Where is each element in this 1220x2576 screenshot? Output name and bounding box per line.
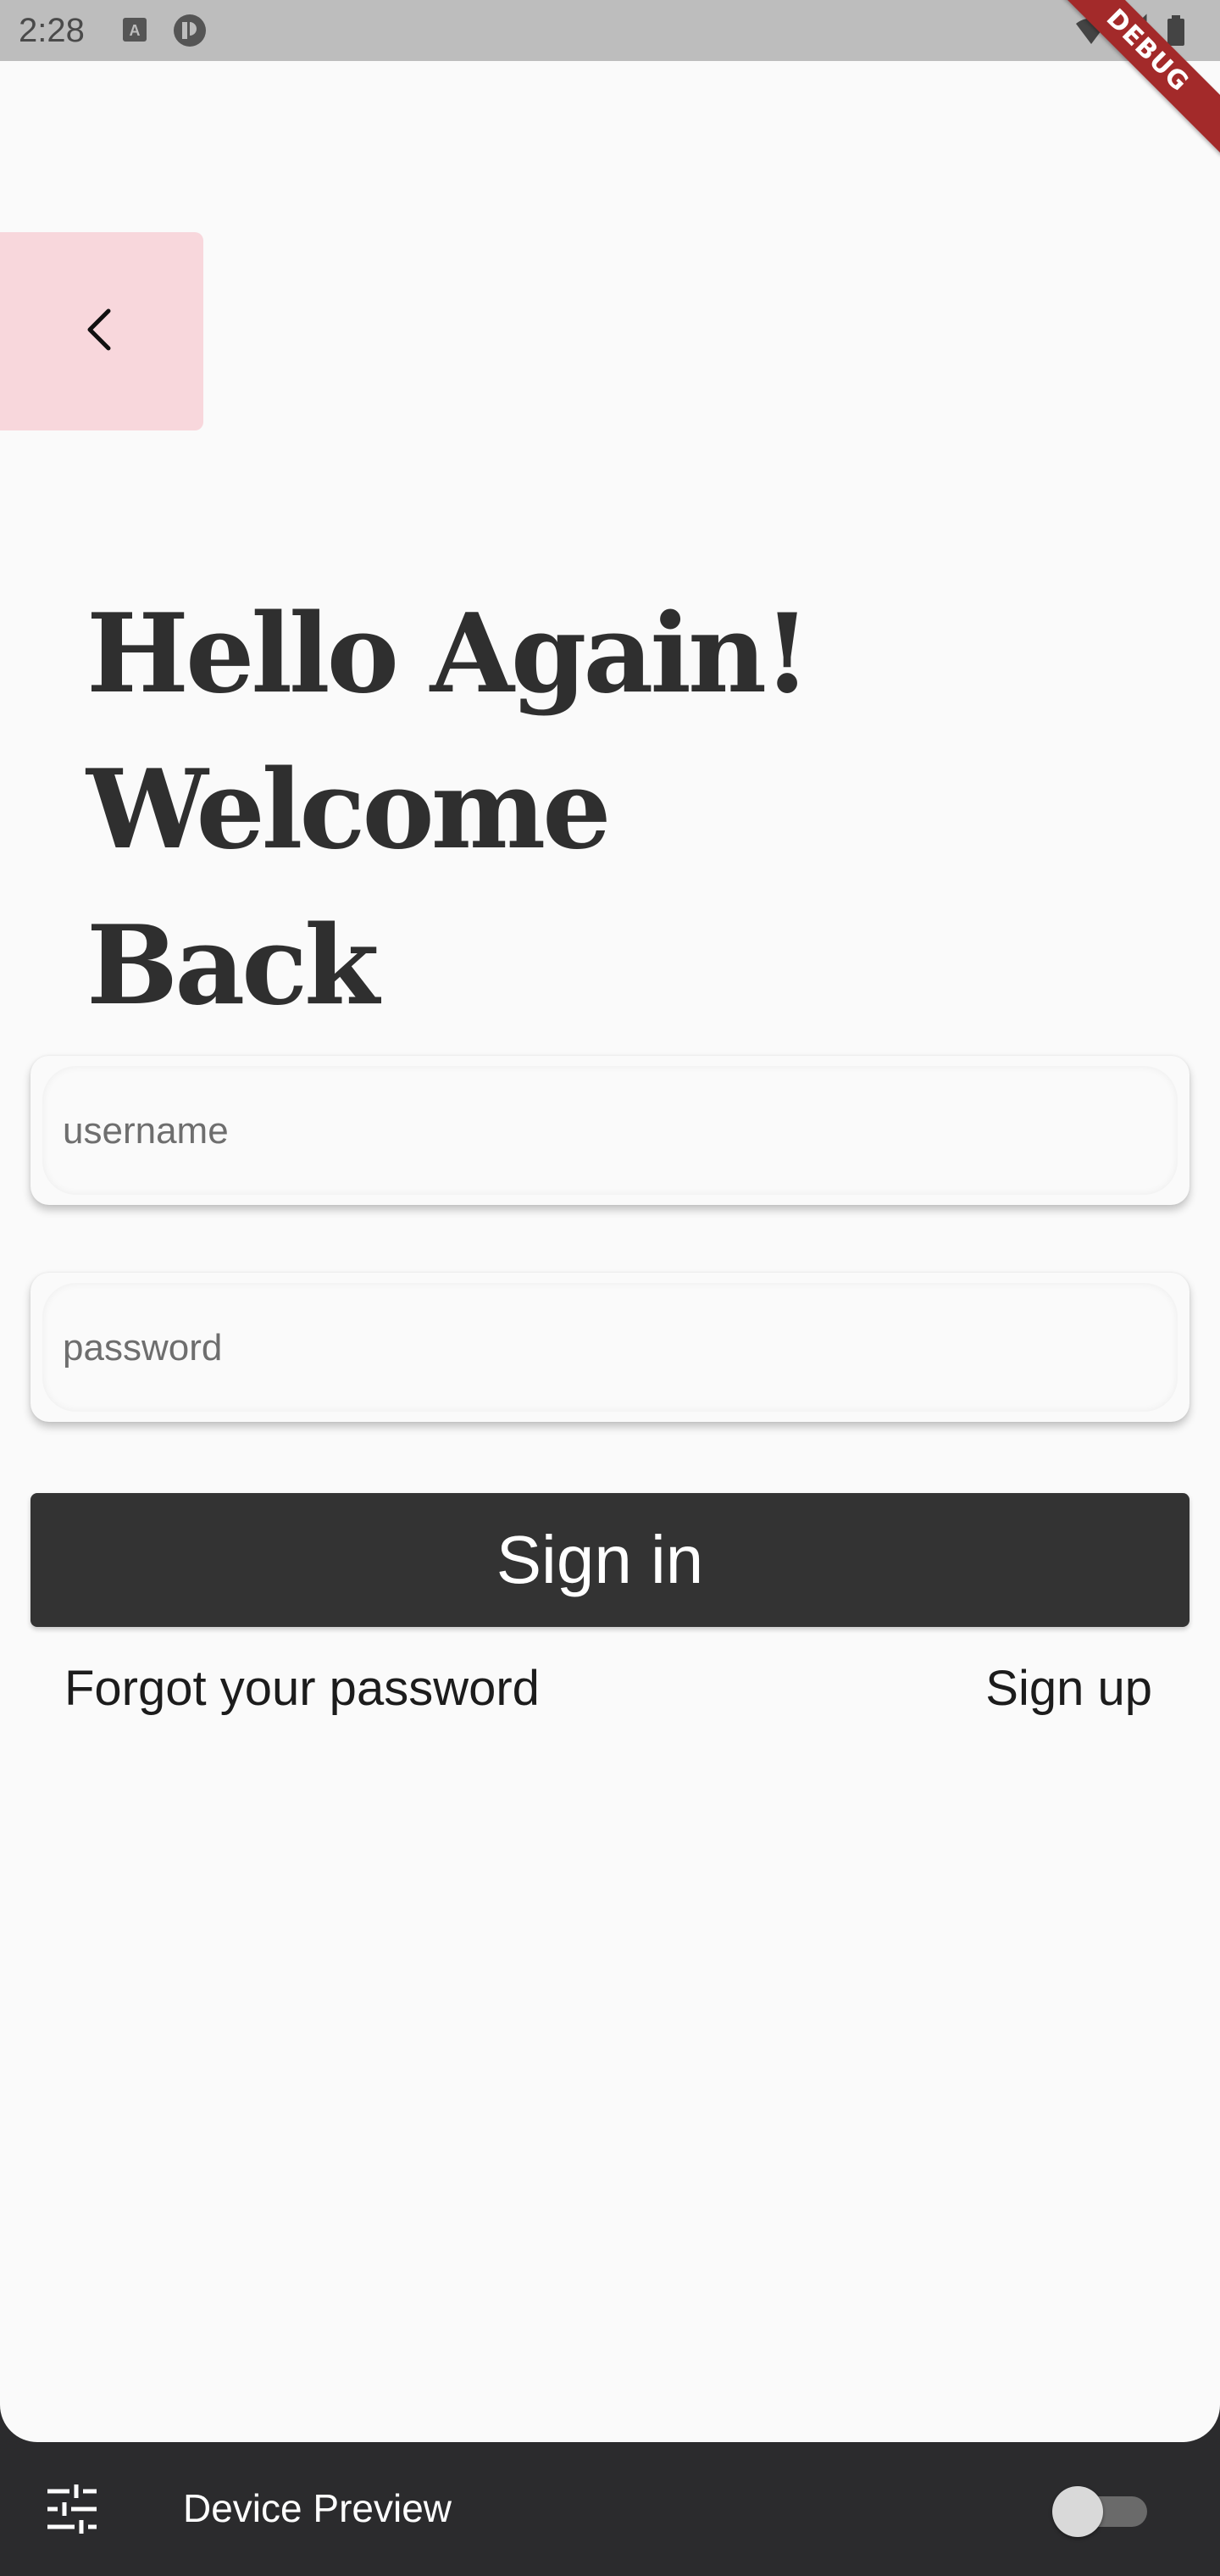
app-screen: 2:28 A DEBUG Hello Again! Welcome Back u…	[0, 0, 1220, 2442]
status-time: 2:28	[19, 12, 85, 49]
sign-in-label: Sign in	[496, 1522, 704, 1597]
title-line-2: Welcome	[86, 747, 612, 874]
username-field-container	[30, 1056, 1190, 1207]
device-preview-title: Device Preview	[183, 2486, 452, 2530]
title-line-1: Hello Again!	[86, 591, 811, 718]
battery-icon	[1167, 15, 1184, 46]
title-line-3: Back	[86, 902, 380, 1030]
password-input[interactable]	[61, 1273, 1157, 1424]
forgot-password-link[interactable]: Forgot your password	[64, 1659, 540, 1718]
password-field-container	[30, 1273, 1190, 1424]
tune-icon[interactable]	[46, 2483, 98, 2535]
svg-text:A: A	[130, 22, 141, 39]
app-circle-icon	[173, 14, 207, 47]
sign-up-link[interactable]: Sign up	[985, 1659, 1152, 1718]
text-a-icon: A	[122, 17, 147, 42]
status-bar: 2:28 A	[0, 0, 1220, 61]
device-preview-bar: Device Preview	[0, 2442, 1220, 2576]
chevron-left-icon	[76, 304, 127, 359]
username-input[interactable]	[61, 1056, 1157, 1207]
sign-in-button[interactable]: Sign in	[30, 1493, 1190, 1627]
toggle-knob	[1052, 2486, 1103, 2537]
page-title: Hello Again! Welcome Back	[86, 576, 849, 1044]
device-preview-toggle[interactable]	[1052, 2486, 1147, 2537]
back-button[interactable]	[0, 232, 203, 430]
